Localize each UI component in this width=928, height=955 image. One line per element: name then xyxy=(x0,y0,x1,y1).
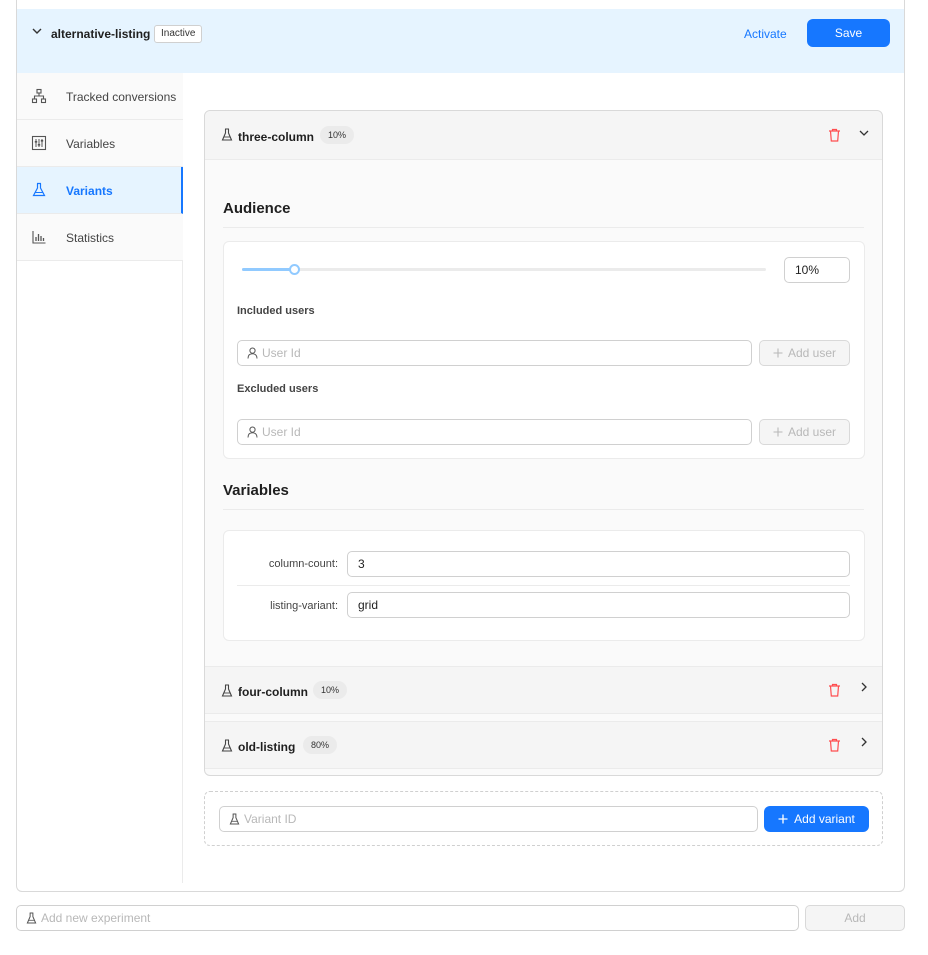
included-user-id-input[interactable] xyxy=(262,341,742,365)
add-included-user-button[interactable]: Add user xyxy=(759,340,850,366)
sidebar-item-label: Variants xyxy=(66,184,113,198)
status-badge: Inactive xyxy=(154,25,203,43)
variable-key-label: listing-variant: xyxy=(270,600,338,612)
experiment-name: alternative-listing xyxy=(51,27,151,41)
plus-icon xyxy=(778,814,788,824)
add-experiment-button[interactable]: Add xyxy=(805,905,905,931)
chevron-down-icon[interactable] xyxy=(31,25,43,37)
sliders-icon xyxy=(31,135,47,151)
add-user-label: Add user xyxy=(787,425,837,439)
sidebar-item-label: Variables xyxy=(66,137,116,151)
save-button[interactable]: Save xyxy=(807,19,890,47)
variant-header-four-column[interactable]: four-column 10% xyxy=(205,666,882,714)
variable-value-input[interactable] xyxy=(347,592,850,618)
trash-icon[interactable] xyxy=(828,683,841,697)
variant-percent-badge: 10% xyxy=(313,681,348,699)
new-experiment-input[interactable] xyxy=(41,906,781,930)
sitemap-icon xyxy=(31,88,47,104)
experiment-sidebar: Tracked conversions Variables Variants S… xyxy=(17,73,183,883)
divider xyxy=(237,585,850,586)
audience-percent-input[interactable] xyxy=(784,257,850,283)
variant-id-input-wrap[interactable] xyxy=(219,806,758,832)
audience-slider-fill xyxy=(242,268,295,271)
variant-percent-badge: 10% xyxy=(320,126,355,144)
add-user-label: Add user xyxy=(787,346,837,360)
flask-icon xyxy=(229,813,240,825)
variant-percent-badge: 80% xyxy=(303,736,338,754)
included-users-label: Included users xyxy=(237,305,315,317)
audience-title: Audience xyxy=(223,200,291,217)
sidebar-item-label: Statistics xyxy=(66,231,115,245)
user-icon xyxy=(247,426,258,438)
audience-slider-handle[interactable] xyxy=(288,264,300,275)
activate-link[interactable]: Activate xyxy=(744,27,787,41)
excluded-user-id-input[interactable] xyxy=(262,420,742,444)
sidebar-item-variants[interactable]: Variants xyxy=(17,167,183,214)
trash-icon[interactable] xyxy=(828,128,841,142)
sidebar-item-label: Tracked conversions xyxy=(66,90,177,104)
included-user-id-input-wrap[interactable] xyxy=(237,340,752,366)
chevron-down-icon[interactable] xyxy=(858,127,870,139)
sidebar-item-variables[interactable]: Variables xyxy=(17,120,183,167)
trash-icon[interactable] xyxy=(828,738,841,752)
add-variant-label: Add variant xyxy=(794,812,855,826)
add-experiment-label: Add xyxy=(844,911,866,925)
add-variant-button[interactable]: Add variant xyxy=(764,806,869,832)
plus-icon xyxy=(773,348,783,358)
variant-name: four-column xyxy=(238,685,308,699)
flask-icon xyxy=(221,128,233,141)
divider xyxy=(223,509,864,510)
add-excluded-user-button[interactable]: Add user xyxy=(759,419,850,445)
variable-key-label: column-count: xyxy=(268,558,338,570)
audience-slider-track[interactable] xyxy=(242,268,766,271)
chevron-right-icon[interactable] xyxy=(858,681,870,693)
plus-icon xyxy=(773,427,783,437)
variant-header-old-listing[interactable]: old-listing 80% xyxy=(205,721,882,769)
variable-value-input[interactable] xyxy=(347,551,850,577)
excluded-user-id-input-wrap[interactable] xyxy=(237,419,752,445)
flask-icon xyxy=(221,739,233,752)
variant-id-input[interactable] xyxy=(244,807,744,831)
variables-title: Variables xyxy=(223,482,289,499)
user-icon xyxy=(247,347,258,359)
flask-icon xyxy=(26,912,37,924)
experiment-header[interactable] xyxy=(17,9,904,73)
variant-name: old-listing xyxy=(238,740,296,754)
flask-icon xyxy=(31,182,47,198)
bar-chart-icon xyxy=(31,229,47,245)
chevron-right-icon[interactable] xyxy=(858,736,870,748)
flask-icon xyxy=(221,684,233,697)
sidebar-item-statistics[interactable]: Statistics xyxy=(17,214,183,261)
new-experiment-input-wrap[interactable] xyxy=(16,905,799,931)
variant-name: three-column xyxy=(238,130,315,144)
divider xyxy=(223,227,864,228)
sidebar-item-tracked-conversions[interactable]: Tracked conversions xyxy=(17,73,183,120)
excluded-users-label: Excluded users xyxy=(237,383,319,395)
variant-header-three-column[interactable]: three-column 10% xyxy=(205,111,882,160)
